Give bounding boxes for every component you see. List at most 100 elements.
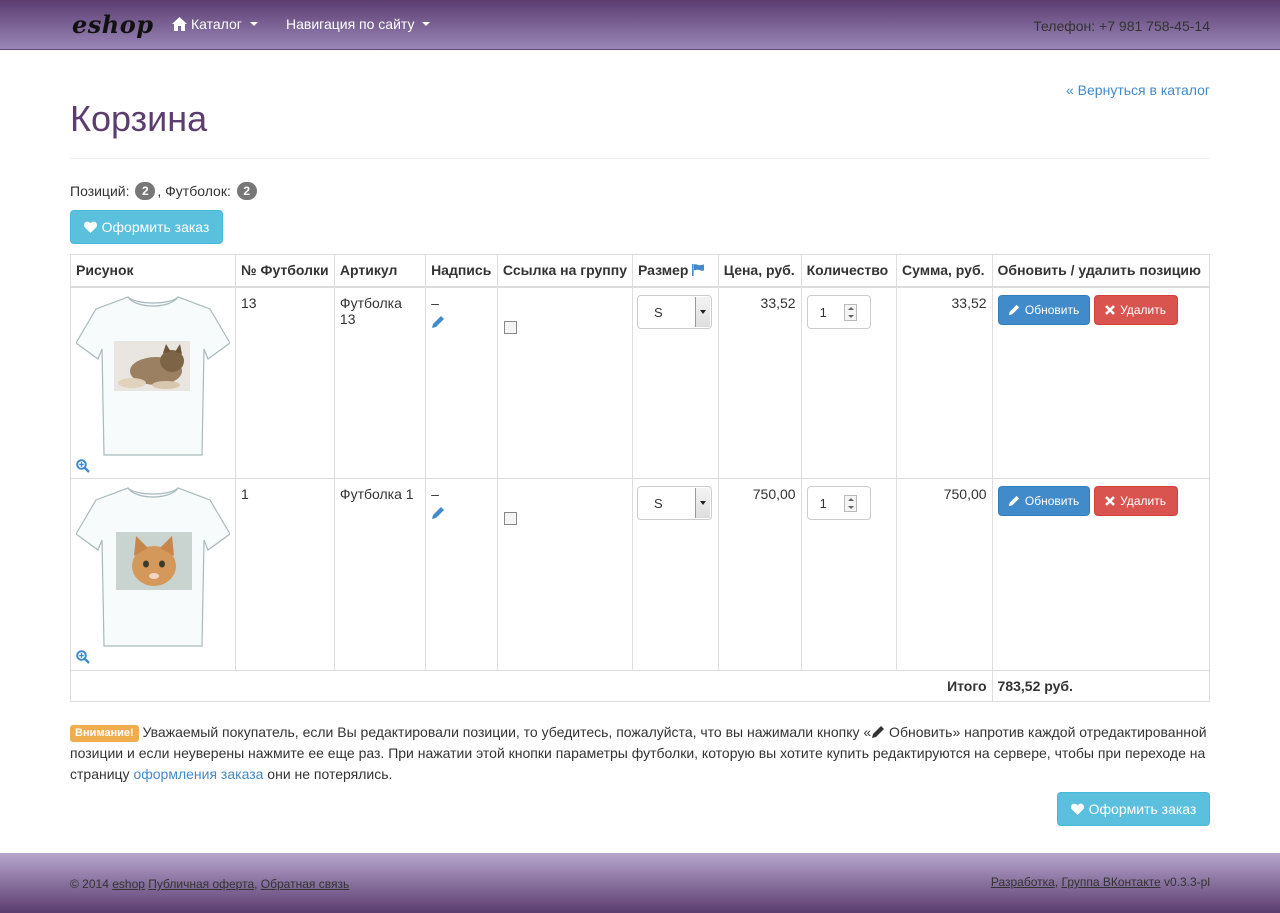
catalog-label: Каталог bbox=[191, 16, 242, 32]
group-link-cell bbox=[496, 478, 633, 671]
inscription-cell: – bbox=[425, 478, 498, 671]
total-label: Итого bbox=[70, 670, 993, 702]
catalog-dropdown[interactable]: Каталог bbox=[172, 16, 258, 32]
size-cell: S bbox=[631, 478, 719, 671]
home-icon bbox=[172, 17, 187, 31]
header-article: Артикул bbox=[333, 254, 427, 288]
shirts-label: , Футболок: bbox=[157, 183, 231, 199]
sum-cell: 750,00 bbox=[895, 478, 993, 671]
cart-counts: Позиций: 2, Футболок: 2 bbox=[70, 182, 259, 200]
delete-button[interactable]: Удалить bbox=[1093, 486, 1178, 516]
development-link[interactable]: Разработка bbox=[991, 875, 1055, 889]
copyright-text: © 2014 bbox=[70, 877, 109, 891]
footer-brand-link[interactable]: eshop bbox=[112, 877, 145, 891]
version-text: v0.3.3-pl bbox=[1163, 875, 1210, 889]
group-link-cell bbox=[496, 286, 633, 479]
update-button-label: Обновить bbox=[1024, 302, 1080, 317]
header-inscription: Надпись bbox=[425, 254, 498, 288]
warning-text-3: они не потерялись. bbox=[263, 766, 393, 782]
header-sum: Сумма, руб. bbox=[895, 254, 993, 288]
size-cell: S bbox=[631, 286, 719, 479]
group-link-checkbox[interactable] bbox=[503, 512, 517, 525]
header-shirt-number: № Футболки bbox=[235, 254, 335, 288]
pencil-icon bbox=[1008, 304, 1020, 315]
checkout-button-bottom[interactable]: Оформить заказ bbox=[1057, 792, 1210, 826]
picture-cell bbox=[70, 478, 236, 671]
quantity-cell: 1 bbox=[800, 286, 897, 479]
footer-left: © 2014 eshop Публичная оферта, Обратная … bbox=[70, 877, 350, 891]
total-value: 783,52 руб. bbox=[991, 670, 1211, 702]
positions-count-badge: 2 bbox=[135, 182, 156, 200]
shirt-number-cell: 13 bbox=[235, 286, 335, 479]
quantity-value: 1 bbox=[819, 496, 827, 511]
dropdown-arrow-icon[interactable] bbox=[694, 296, 710, 327]
warning-message: Внимание! Уважаемый покупатель, если Вы … bbox=[70, 722, 1215, 785]
zoom-in-icon[interactable] bbox=[76, 458, 90, 473]
delete-button-label: Удалить bbox=[1120, 494, 1166, 508]
spinner-arrows-icon[interactable] bbox=[843, 495, 857, 512]
flag-icon[interactable] bbox=[692, 264, 705, 276]
footer-right: Разработка, Группа ВКонтакте v0.3.3-pl bbox=[990, 875, 1210, 889]
site-navigation-label: Навигация по сайту bbox=[286, 16, 415, 32]
shirt-number-cell: 1 bbox=[235, 478, 335, 671]
checkout-page-link[interactable]: оформления заказа bbox=[133, 766, 263, 782]
header-size-label: Размер bbox=[637, 262, 689, 278]
update-button[interactable]: Обновить bbox=[997, 486, 1090, 516]
divider bbox=[70, 158, 1210, 159]
delete-button[interactable]: Удалить bbox=[1093, 294, 1178, 325]
article-cell: Футболка 13 bbox=[333, 286, 427, 479]
footer: © 2014 eshop Публичная оферта, Обратная … bbox=[0, 853, 1280, 913]
caret-down-icon bbox=[422, 22, 431, 26]
feedback-link[interactable]: Обратная связь bbox=[261, 877, 349, 891]
header-picture: Рисунок bbox=[70, 254, 236, 288]
quantity-stepper[interactable]: 1 bbox=[806, 486, 871, 520]
header-quantity: Количество bbox=[800, 254, 897, 288]
pencil-icon bbox=[1008, 495, 1020, 507]
table-row: 13 Футболка 13 – S 33,52 1 33,52 Обновит… bbox=[70, 286, 1211, 479]
zoom-in-icon[interactable] bbox=[76, 650, 90, 664]
back-to-catalog-link[interactable]: « Вернуться в каталог bbox=[1066, 82, 1210, 98]
heart-icon bbox=[1070, 803, 1084, 815]
site-navigation-dropdown[interactable]: Навигация по сайту bbox=[286, 16, 431, 32]
table-row: 1 Футболка 1 – S 750,00 1 750,00 Обновит… bbox=[70, 478, 1211, 671]
checkout-button-label: Оформить заказ bbox=[1088, 801, 1197, 817]
size-select[interactable]: S bbox=[636, 486, 712, 520]
sum-cell: 33,52 bbox=[895, 286, 993, 479]
header-size: Размер bbox=[631, 254, 719, 288]
inscription-cell: – bbox=[425, 286, 498, 479]
brand-logo[interactable]: eshop bbox=[72, 10, 154, 39]
tshirt-with-cat-image bbox=[75, 487, 231, 647]
inscription-text: – bbox=[431, 294, 439, 311]
warning-text-1: Уважаемый покупатель, если Вы редактиров… bbox=[138, 724, 872, 740]
delete-button-label: Удалить bbox=[1120, 302, 1166, 317]
table-header-row: Рисунок № Футболки Артикул Надпись Ссылк… bbox=[70, 254, 1211, 288]
public-offer-link[interactable]: Публичная оферта bbox=[148, 877, 254, 891]
quantity-value: 1 bbox=[819, 304, 827, 320]
pencil-icon[interactable] bbox=[431, 315, 445, 329]
size-value: S bbox=[653, 304, 663, 320]
checkout-button-top[interactable]: Оформить заказ bbox=[70, 210, 223, 244]
inscription-text: – bbox=[431, 486, 439, 502]
tshirt-image[interactable] bbox=[75, 486, 231, 664]
group-link-checkbox[interactable] bbox=[503, 320, 517, 334]
close-icon bbox=[1105, 304, 1116, 315]
pencil-icon[interactable] bbox=[431, 506, 445, 520]
quantity-stepper[interactable]: 1 bbox=[806, 294, 871, 329]
cart-table: Рисунок № Футболки Артикул Надпись Ссылк… bbox=[70, 254, 1211, 702]
size-value: S bbox=[653, 496, 663, 511]
dropdown-arrow-icon[interactable] bbox=[694, 488, 710, 518]
tshirt-image[interactable] bbox=[75, 295, 231, 473]
spinner-arrows-icon[interactable] bbox=[843, 303, 857, 321]
actions-cell: Обновить Удалить bbox=[991, 478, 1211, 671]
size-select[interactable]: S bbox=[636, 294, 712, 329]
header-group-link: Ссылка на группу bbox=[496, 254, 633, 288]
positions-label: Позиций: bbox=[70, 183, 130, 199]
price-cell: 750,00 bbox=[717, 478, 802, 671]
vk-group-link[interactable]: Группа ВКонтакте bbox=[1062, 875, 1161, 889]
close-icon bbox=[1105, 496, 1116, 506]
update-button[interactable]: Обновить bbox=[997, 294, 1090, 325]
warning-badge: Внимание! bbox=[70, 725, 139, 742]
header-price: Цена, руб. bbox=[717, 254, 802, 288]
tshirt-with-cat-image bbox=[75, 295, 231, 456]
navbar: eshop Каталог Навигация по сайту Телефон… bbox=[0, 0, 1280, 50]
